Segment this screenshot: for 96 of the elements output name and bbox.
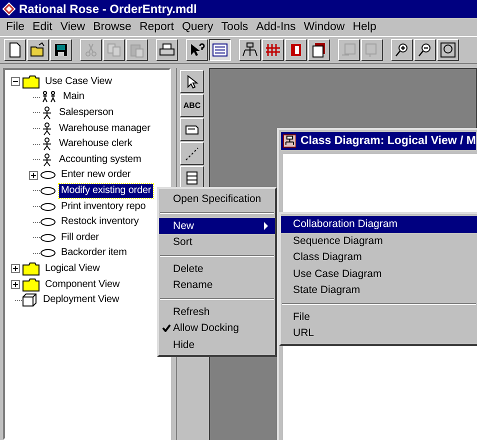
box-button[interactable] bbox=[308, 39, 330, 61]
window-title: Class Diagram: Logical View / M bbox=[300, 135, 476, 147]
tree-item[interactable]: Component View bbox=[43, 278, 122, 292]
browser-button[interactable] bbox=[209, 39, 231, 61]
menu-item[interactable]: State Diagram bbox=[281, 282, 477, 298]
menu-item[interactable]: Sort bbox=[159, 234, 275, 250]
tree-item[interactable]: Backorder item bbox=[59, 246, 129, 260]
tree-item[interactable]: Warehouse manager bbox=[57, 122, 152, 136]
window-title: Rational Rose - OrderEntry.mdl bbox=[19, 2, 197, 16]
fit-button[interactable] bbox=[437, 39, 459, 61]
zoom-in-icon bbox=[394, 42, 410, 58]
folder-icon bbox=[22, 278, 40, 292]
menu-item[interactable]: Open Specification bbox=[159, 191, 275, 208]
expand-icon[interactable] bbox=[29, 170, 38, 180]
stacked-boxes-icon bbox=[311, 42, 327, 58]
expand-icon[interactable] bbox=[11, 280, 20, 290]
menu-item[interactable]: Edit bbox=[28, 21, 56, 33]
hierarchy-button[interactable] bbox=[239, 39, 261, 61]
help-button[interactable] bbox=[186, 39, 208, 61]
help-pointer-icon bbox=[189, 42, 205, 58]
stick-figure-icon bbox=[40, 137, 54, 152]
copy-icon bbox=[106, 42, 122, 58]
save-button[interactable] bbox=[50, 39, 72, 61]
tree-item[interactable]: Use Case View bbox=[43, 74, 114, 89]
tree-item[interactable]: Modify existing order bbox=[59, 184, 154, 198]
zoom-out-icon bbox=[417, 42, 433, 58]
print-button[interactable] bbox=[156, 39, 178, 61]
hierarchy-icon bbox=[242, 42, 258, 58]
note-tool[interactable] bbox=[180, 118, 204, 141]
menu-item[interactable]: Report bbox=[135, 21, 178, 33]
menu-item[interactable]: URL bbox=[281, 325, 477, 342]
class-tool[interactable] bbox=[180, 166, 204, 189]
list-window-icon bbox=[212, 42, 228, 58]
grid-icon bbox=[265, 42, 281, 58]
folder-icon bbox=[22, 262, 40, 276]
collapse-icon[interactable] bbox=[11, 77, 20, 86]
menu-item[interactable]: Rename bbox=[159, 277, 275, 294]
pointer-tool[interactable] bbox=[180, 70, 204, 93]
book-button[interactable] bbox=[285, 39, 307, 61]
tree-item[interactable]: Warehouse clerk bbox=[57, 137, 134, 152]
blank-page-icon bbox=[7, 42, 23, 58]
menu-item[interactable]: Browse bbox=[89, 21, 136, 33]
pointer-icon bbox=[185, 74, 199, 88]
cube-icon bbox=[22, 293, 38, 308]
tree-item[interactable]: Logical View bbox=[43, 262, 102, 276]
menu-item[interactable]: Delete bbox=[159, 260, 275, 277]
stick-figure-icon bbox=[40, 152, 54, 167]
bars-button[interactable] bbox=[262, 39, 284, 61]
folder-icon bbox=[22, 74, 40, 89]
stick-figures-icon bbox=[40, 90, 58, 104]
tree-item[interactable]: Restock inventory bbox=[59, 215, 141, 230]
menu-item[interactable]: Tools bbox=[217, 21, 252, 33]
paste-icon bbox=[129, 42, 145, 58]
open-folder-icon bbox=[30, 42, 46, 58]
frame-icon bbox=[341, 42, 357, 58]
open-button[interactable] bbox=[27, 39, 49, 61]
zoomout-button[interactable] bbox=[414, 39, 436, 61]
text-tool[interactable]: ABC bbox=[180, 94, 204, 117]
tree-item[interactable]: Print inventory repo bbox=[59, 200, 148, 214]
fit-icon bbox=[440, 42, 456, 58]
menu-item[interactable]: View bbox=[56, 21, 90, 33]
tree-item[interactable]: Fill order bbox=[59, 230, 101, 245]
zoomin-button[interactable] bbox=[391, 39, 413, 61]
menu-item[interactable]: Sequence Diagram bbox=[281, 232, 477, 249]
menu-item[interactable]: Help bbox=[348, 21, 380, 33]
printer-icon bbox=[159, 42, 175, 58]
menu-item[interactable]: Class Diagram bbox=[281, 249, 477, 266]
new-button[interactable] bbox=[4, 39, 26, 61]
diamond-icon bbox=[2, 2, 16, 16]
expand-icon[interactable] bbox=[11, 264, 20, 274]
tree-item[interactable]: Main bbox=[61, 90, 86, 104]
menu-item[interactable]: New bbox=[159, 218, 275, 234]
tree-item[interactable]: Enter new order bbox=[59, 168, 133, 182]
menu-item[interactable]: File bbox=[281, 308, 477, 325]
book-icon bbox=[288, 42, 304, 58]
dashed-line-icon bbox=[185, 146, 199, 160]
tree-item[interactable]: Salesperson bbox=[57, 106, 116, 120]
note-icon bbox=[185, 122, 199, 136]
tree-item[interactable]: Accounting system bbox=[57, 152, 144, 167]
menu-item[interactable]: Hide bbox=[159, 336, 275, 353]
scissors-icon bbox=[83, 42, 99, 58]
menu-item[interactable]: Allow Docking bbox=[159, 320, 275, 336]
class-icon bbox=[185, 170, 199, 184]
menu-item[interactable]: Refresh bbox=[159, 304, 275, 320]
tree-item[interactable]: Deployment View bbox=[41, 293, 122, 308]
line-tool[interactable] bbox=[180, 142, 204, 165]
stick-figure-icon bbox=[40, 122, 54, 136]
menu-item[interactable]: File bbox=[2, 21, 29, 33]
diagram-icon bbox=[283, 134, 296, 148]
menu-item[interactable]: Collaboration Diagram bbox=[281, 216, 477, 232]
menu-item[interactable]: Query bbox=[178, 21, 218, 33]
menu-item[interactable]: Add-Ins bbox=[252, 21, 300, 33]
menu-item[interactable]: Use Case Diagram bbox=[281, 266, 477, 282]
submenu-arrow-icon bbox=[264, 222, 269, 230]
menu-item[interactable]: Window bbox=[300, 21, 349, 33]
stick-figure-icon bbox=[40, 106, 54, 120]
